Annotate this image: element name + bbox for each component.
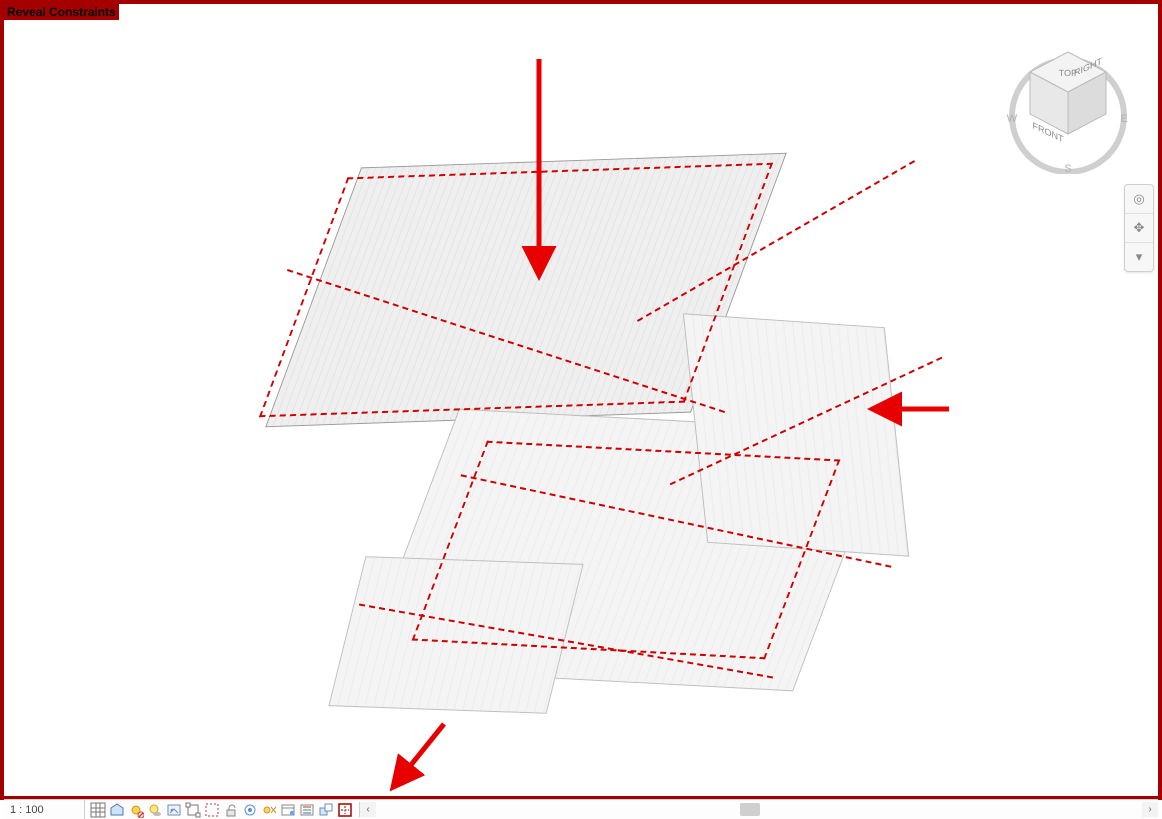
annotation-arrows: [4, 4, 1162, 804]
scroll-thumb[interactable]: [740, 803, 760, 816]
temporary-view-props-icon[interactable]: [279, 802, 296, 818]
scroll-right-icon[interactable]: ›: [1142, 802, 1158, 817]
pan-icon[interactable]: ✥: [1125, 214, 1153, 243]
unlocked-3d-icon[interactable]: [222, 802, 239, 818]
view-scale[interactable]: 1 : 100: [4, 800, 85, 819]
navbar-expand-icon[interactable]: ▾: [1125, 243, 1153, 271]
view-cube[interactable]: TOP FRONT RIGHT S W E: [998, 34, 1138, 174]
reveal-hidden-icon[interactable]: [260, 802, 277, 818]
svg-text:E: E: [1120, 113, 1127, 125]
navigation-bar[interactable]: ◎ ✥ ▾: [1124, 184, 1154, 272]
view-control-icons: [85, 800, 353, 819]
reveal-constraints-icon[interactable]: [336, 802, 353, 818]
mode-label: Reveal Constraints: [4, 4, 119, 20]
sun-path-icon[interactable]: [127, 802, 144, 818]
scroll-left-icon[interactable]: ‹: [360, 802, 376, 817]
crop-view-icon[interactable]: [184, 802, 201, 818]
show-crop-region-icon[interactable]: [203, 802, 220, 818]
temporary-hide-isolate-icon[interactable]: [241, 802, 258, 818]
view-scale-value: 1 : 100: [10, 804, 44, 816]
highlight-displacement-icon[interactable]: [317, 802, 334, 818]
rendering-dialog-icon[interactable]: [165, 802, 182, 818]
visual-style-icon[interactable]: [108, 802, 125, 818]
steering-wheel-icon[interactable]: ◎: [1125, 185, 1153, 214]
view-control-bar: 1 : 100 ‹ ›: [4, 799, 1158, 819]
svg-text:W: W: [1007, 113, 1018, 125]
model-stage: [196, 120, 896, 680]
detail-level-icon[interactable]: [89, 802, 106, 818]
drawing-viewport[interactable]: Reveal Constraints: [0, 0, 1162, 800]
shadows-icon[interactable]: [146, 802, 163, 818]
show-analytical-icon[interactable]: [298, 802, 315, 818]
horizontal-scrollbar[interactable]: ‹ ›: [359, 802, 1158, 817]
svg-text:S: S: [1064, 163, 1071, 174]
